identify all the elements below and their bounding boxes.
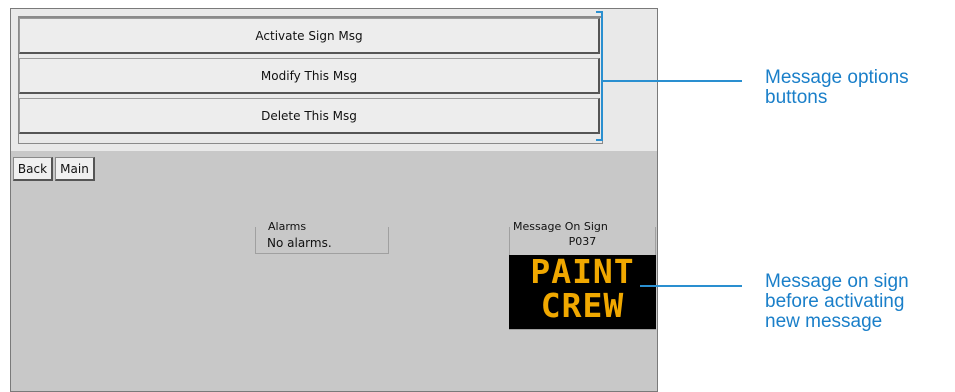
options-callout-line-2: buttons [765, 87, 828, 108]
sign-control-screen: Activate Sign Msg Modify This Msg Delete… [10, 8, 658, 392]
message-options-panel: Activate Sign Msg Modify This Msg Delete… [11, 9, 657, 151]
options-callout-line-1: Message options [765, 67, 909, 88]
delete-msg-button[interactable]: Delete This Msg [19, 98, 600, 134]
sign-message-display: PAINT CREW [509, 255, 656, 329]
message-options-group: Activate Sign Msg Modify This Msg Delete… [18, 16, 603, 144]
sign-callout-text: Message on sign before activating new me… [765, 272, 909, 332]
message-on-sign-title: Message On Sign [512, 220, 609, 233]
activate-sign-msg-button[interactable]: Activate Sign Msg [19, 18, 600, 54]
sign-callout-line-3: new message [765, 311, 883, 332]
options-callout-line [603, 80, 742, 82]
sign-callout-line-2: before activating [765, 291, 905, 312]
alarms-title: Alarms [267, 220, 308, 233]
sign-message-code: P037 [568, 235, 597, 248]
main-button[interactable]: Main [55, 157, 95, 181]
back-button[interactable]: Back [13, 157, 53, 181]
sign-code-row: P037 [509, 235, 656, 251]
sign-callout-line-1: Message on sign [765, 271, 909, 292]
sign-line-1: PAINT [530, 255, 635, 291]
sign-line-2: CREW [540, 286, 625, 325]
options-callout-text: Message options buttons [765, 68, 909, 108]
options-callout-bracket [596, 11, 603, 141]
modify-msg-button[interactable]: Modify This Msg [19, 58, 600, 94]
alarms-status-text: No alarms. [267, 236, 332, 250]
sign-callout-line [640, 285, 742, 287]
